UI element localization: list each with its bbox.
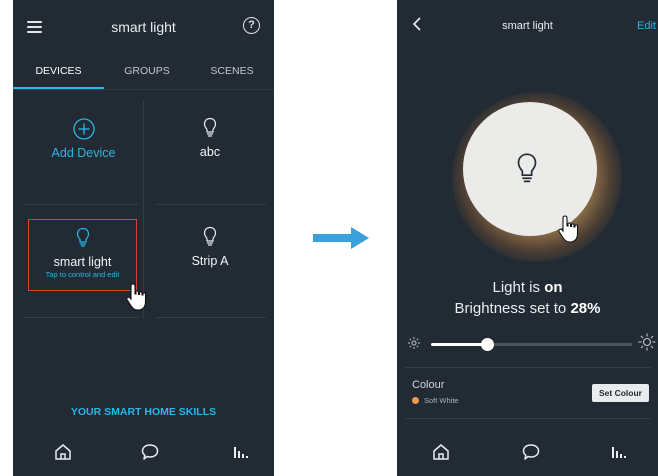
device-label: abc (199, 145, 221, 159)
tab-scenes[interactable]: SCENES (190, 56, 274, 90)
device-label: Strip A (191, 254, 229, 268)
brightness-low-icon (408, 337, 420, 349)
brightness-slider-thumb[interactable] (481, 338, 494, 351)
divider (13, 89, 274, 90)
add-device-tile[interactable]: Add Device (31, 110, 136, 190)
tab-devices[interactable]: DEVICES (13, 56, 104, 90)
add-device-label: Add Device (51, 146, 116, 160)
home-icon[interactable] (53, 442, 73, 462)
colour-label: Colour (412, 379, 445, 391)
device-tile-smart-light[interactable]: smart light Tap to control and edit (28, 219, 137, 291)
divider (405, 367, 651, 368)
stats-icon[interactable] (231, 442, 251, 462)
light-status: Light is on (492, 279, 563, 296)
brightness-slider[interactable] (431, 338, 632, 351)
light-toggle-button[interactable] (463, 102, 597, 243)
stats-icon[interactable] (609, 442, 629, 462)
help-icon[interactable]: ? (243, 17, 260, 34)
transition-arrow-icon (313, 227, 369, 249)
app-title: smart light (111, 19, 176, 35)
device-label: smart light (53, 255, 112, 269)
divider (156, 317, 266, 318)
bulb-icon (203, 117, 217, 137)
pointer-hand-icon (126, 283, 147, 311)
bottom-nav (13, 434, 274, 476)
add-circle-icon (72, 118, 95, 140)
bulb-icon (203, 226, 217, 246)
device-hint: Tap to control and edit (45, 270, 120, 279)
divider (23, 204, 139, 205)
home-icon[interactable] (431, 442, 451, 462)
top-bar: smart light ? (13, 0, 274, 52)
bulb-icon (76, 227, 89, 247)
brightness-status: Brightness set to 28% (454, 300, 601, 317)
smart-home-skills-link[interactable]: YOUR SMART HOME SKILLS (13, 406, 274, 418)
light-status-value: on (544, 279, 563, 296)
tab-groups[interactable]: GROUPS (104, 56, 190, 90)
set-colour-button[interactable]: Set Colour (592, 384, 649, 402)
screen-title: smart light (502, 20, 553, 32)
chat-icon[interactable] (140, 442, 160, 462)
divider (23, 317, 139, 318)
brightness-high-icon (638, 333, 656, 351)
light-control-screen: smart light Edit Light is on Brightness … (397, 0, 658, 476)
brightness-status-value: 28% (570, 300, 601, 317)
bulb-icon (517, 153, 537, 183)
edit-button[interactable]: Edit (637, 20, 656, 32)
divider (405, 418, 651, 419)
chat-icon[interactable] (521, 442, 541, 462)
colour-value: Soft White (424, 396, 459, 405)
tab-bar: DEVICES GROUPS SCENES (13, 56, 274, 90)
colour-swatch (412, 397, 419, 404)
bottom-nav (397, 434, 658, 476)
divider (156, 204, 266, 205)
device-tile-strip-a[interactable]: Strip A (155, 219, 265, 299)
device-tile-abc[interactable]: abc (155, 110, 265, 190)
pointer-hand-icon (558, 215, 579, 243)
brightness-slider-fill (431, 343, 487, 346)
devices-screen: smart light ? DEVICES GROUPS SCENES Add … (13, 0, 274, 476)
